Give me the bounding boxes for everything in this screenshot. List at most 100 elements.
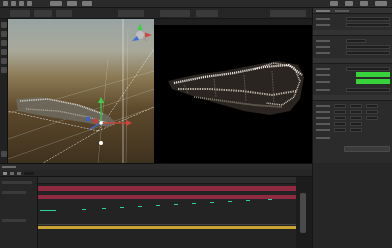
property-field[interactable] xyxy=(346,67,390,71)
property-row xyxy=(316,116,390,120)
property-label xyxy=(316,89,330,91)
scrollbar-thumb[interactable] xyxy=(300,193,306,233)
rotate-tool-icon[interactable] xyxy=(1,40,7,46)
timeline-scrollbar[interactable] xyxy=(296,177,312,248)
inspector-tab[interactable] xyxy=(335,10,349,12)
property-row xyxy=(316,23,390,27)
menu-item[interactable] xyxy=(82,1,92,6)
keyframe[interactable] xyxy=(228,201,232,202)
tool-button[interactable] xyxy=(34,10,52,17)
menu-item[interactable] xyxy=(345,1,353,6)
property-label xyxy=(316,68,330,70)
tool-button[interactable] xyxy=(118,10,144,17)
menu-icon[interactable] xyxy=(11,1,16,6)
track-header[interactable] xyxy=(2,181,32,184)
property-field[interactable] xyxy=(346,88,390,92)
step-icon[interactable] xyxy=(17,172,21,175)
property-label xyxy=(316,46,330,48)
track-divider xyxy=(38,224,296,225)
property-field[interactable] xyxy=(350,110,362,114)
keyframe[interactable] xyxy=(138,206,142,207)
property-field[interactable] xyxy=(346,45,390,49)
menu-item[interactable] xyxy=(375,1,387,6)
timeline-tab[interactable] xyxy=(2,166,16,168)
side-panel xyxy=(312,163,392,248)
component-header[interactable] xyxy=(313,58,392,64)
game-view-bar xyxy=(154,19,312,25)
menu-item[interactable] xyxy=(50,1,62,6)
menu-icon[interactable] xyxy=(3,1,8,6)
menu-icon[interactable] xyxy=(27,1,32,6)
keyframe[interactable] xyxy=(174,204,178,205)
rect-tool-icon[interactable] xyxy=(1,58,7,64)
tool-button[interactable] xyxy=(10,10,30,17)
animation-clip[interactable] xyxy=(38,195,296,199)
timeline-tracks[interactable] xyxy=(38,184,296,248)
scene-viewport[interactable] xyxy=(8,19,154,163)
tool-button[interactable] xyxy=(270,10,306,17)
property-field[interactable] xyxy=(366,116,378,120)
menu-icon[interactable] xyxy=(19,1,24,6)
property-row xyxy=(316,104,390,108)
property-field[interactable] xyxy=(366,104,378,108)
tool-button[interactable] xyxy=(196,10,218,17)
property-field[interactable] xyxy=(334,116,346,120)
settings-icon[interactable] xyxy=(1,151,7,157)
inspector-header xyxy=(313,8,392,14)
property-field[interactable] xyxy=(346,17,390,21)
audio-clip[interactable] xyxy=(38,226,296,229)
component-header[interactable] xyxy=(313,95,392,101)
tool-button[interactable] xyxy=(160,10,190,17)
property-field[interactable] xyxy=(350,122,362,126)
property-field[interactable] xyxy=(346,39,366,43)
color-swatch[interactable] xyxy=(356,72,390,77)
inspector-tab[interactable] xyxy=(316,10,330,12)
keyframe[interactable] xyxy=(246,200,250,201)
animation-clip[interactable] xyxy=(38,186,296,191)
property-field[interactable] xyxy=(334,104,346,108)
keyframe[interactable] xyxy=(82,209,86,210)
property-field[interactable] xyxy=(346,51,390,55)
step-icon[interactable] xyxy=(10,172,14,175)
property-field[interactable] xyxy=(334,110,346,114)
property-field[interactable] xyxy=(334,128,346,132)
keyframe[interactable] xyxy=(156,205,160,206)
track-header[interactable] xyxy=(2,219,26,222)
property-field[interactable] xyxy=(346,23,390,27)
keyframe[interactable] xyxy=(120,207,124,208)
scene-toolbar xyxy=(0,8,312,19)
keyframe[interactable] xyxy=(210,202,214,203)
transform-tool-icon[interactable] xyxy=(1,67,7,73)
move-tool-icon[interactable] xyxy=(1,31,7,37)
property-label xyxy=(316,24,330,26)
axis-gizmo-icon[interactable] xyxy=(132,23,152,42)
color-swatch[interactable] xyxy=(356,79,390,84)
add-component-button[interactable] xyxy=(344,146,390,152)
property-field[interactable] xyxy=(334,122,346,126)
menu-item[interactable] xyxy=(330,1,338,6)
property-field[interactable] xyxy=(366,110,378,114)
frame-field[interactable] xyxy=(24,172,34,175)
keyframe[interactable] xyxy=(40,210,56,211)
component-header[interactable] xyxy=(313,30,392,36)
property-row xyxy=(316,88,390,92)
menu-item[interactable] xyxy=(67,1,77,6)
inspector-panel xyxy=(312,8,392,163)
keyframe[interactable] xyxy=(192,203,196,204)
property-label xyxy=(316,105,330,107)
play-icon[interactable] xyxy=(3,172,7,175)
tool-button[interactable] xyxy=(56,10,72,17)
keyframe[interactable] xyxy=(268,199,272,200)
property-field[interactable] xyxy=(350,104,362,108)
game-viewport[interactable] xyxy=(154,19,312,163)
timeline-ruler[interactable] xyxy=(38,177,296,184)
keyframe[interactable] xyxy=(102,208,106,209)
property-field[interactable] xyxy=(350,116,362,120)
hand-tool-icon[interactable] xyxy=(1,22,7,28)
property-label xyxy=(316,129,330,131)
property-field[interactable] xyxy=(350,128,362,132)
menu-item[interactable] xyxy=(360,1,368,6)
property-label xyxy=(316,137,330,139)
scale-tool-icon[interactable] xyxy=(1,49,7,55)
track-header[interactable] xyxy=(2,191,26,194)
